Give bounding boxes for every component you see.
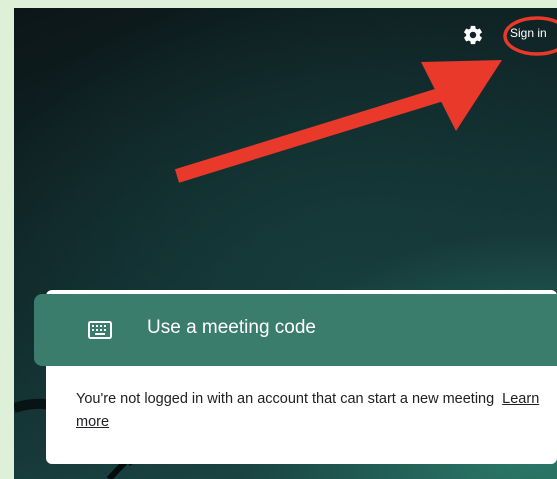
- use-meeting-code-button[interactable]: Use a meeting code: [34, 294, 557, 366]
- login-notice-text: You're not logged in with an account tha…: [76, 388, 546, 434]
- annotation-circle: [503, 16, 557, 56]
- login-notice-card: You're not logged in with an account tha…: [46, 366, 557, 464]
- page-frame: Sign in Use a meeting code You're not lo…: [0, 0, 557, 479]
- keyboard-icon: [88, 321, 112, 339]
- login-notice-message: You're not logged in with an account tha…: [76, 391, 495, 407]
- use-meeting-code-label: Use a meeting code: [147, 317, 316, 338]
- gear-icon[interactable]: [462, 24, 484, 46]
- meet-landing-screen: Sign in Use a meeting code You're not lo…: [14, 8, 557, 479]
